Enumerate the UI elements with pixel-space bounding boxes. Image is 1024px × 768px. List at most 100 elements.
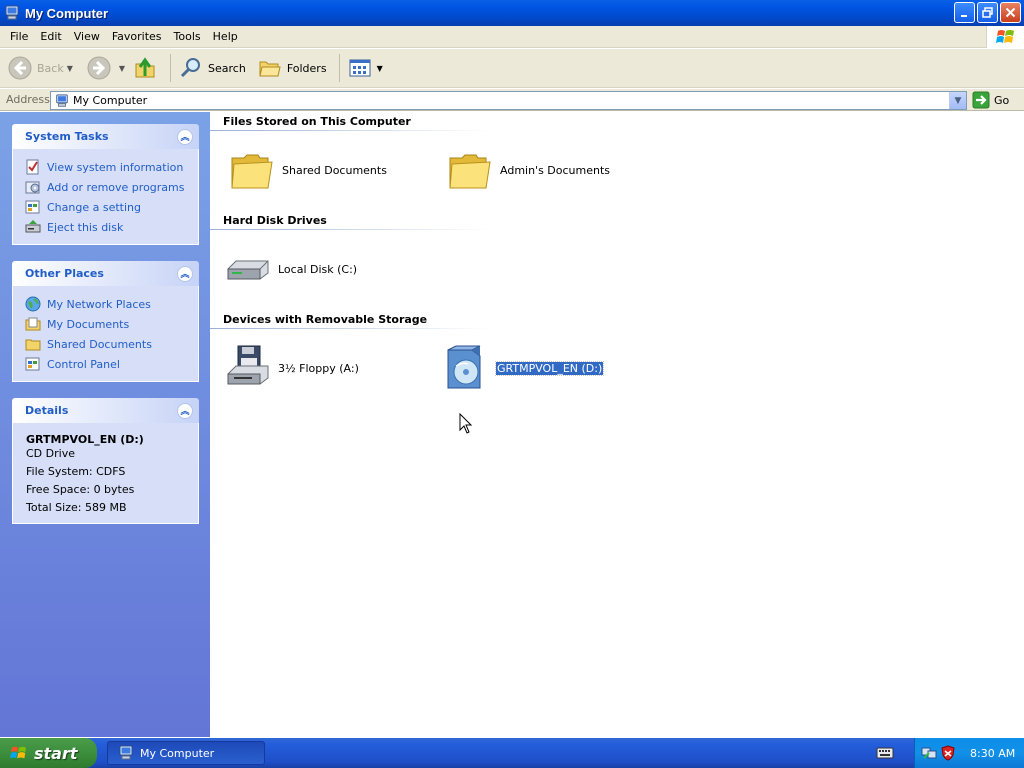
details-free-space: Free Space: 0 bytes [26,483,135,496]
system-tray: 8:30 AM [914,738,1024,768]
restore-button[interactable] [977,2,998,23]
item-label: Shared Documents [282,163,387,177]
search-button[interactable]: Search [175,52,250,84]
minimize-button[interactable] [954,2,975,23]
collapse-icon[interactable]: ︽ [177,265,193,282]
toolbar-separator [338,54,340,82]
details-panel: Details ︽ GRTMPVOL_EN (D:) CD Drive File… [12,398,199,524]
menu-help[interactable]: Help [209,30,244,43]
go-button[interactable]: Go [972,91,1009,109]
place-my-documents[interactable]: My Documents [25,314,198,334]
system-tasks-panel: System Tasks ︽ View system information A… [12,124,199,245]
other-places-panel: Other Places ︽ My Network Places My Docu… [12,261,199,382]
item-floppy-a[interactable]: 3½ Floppy (A:) [224,344,359,392]
up-button[interactable] [129,52,166,84]
item-label: GRTMPVOL_EN (D:) [494,360,605,376]
system-info-icon [26,159,39,175]
title-bar[interactable]: My Computer [0,0,1024,26]
system-tasks-header[interactable]: System Tasks ︽ [12,124,199,149]
menu-favorites[interactable]: Favorites [108,30,168,43]
item-shared-documents[interactable]: Shared Documents [228,146,387,194]
windows-logo-icon [986,26,1024,48]
item-cd-drive-d[interactable]: GRTMPVOL_EN (D:) [442,344,605,392]
back-label: Back [37,61,64,75]
address-field[interactable]: My Computer ▼ [50,91,967,110]
close-button[interactable] [1000,2,1021,23]
details-file-system: File System: CDFS [26,465,126,478]
security-shield-icon[interactable] [940,745,956,761]
views-icon [349,59,371,77]
item-label: 3½ Floppy (A:) [278,361,359,375]
add-remove-programs-icon [25,181,40,194]
menu-tools[interactable]: Tools [170,30,207,43]
control-panel-icon [25,200,40,214]
forward-button[interactable]: ▼ [83,52,129,84]
hard-disk-icon [227,260,269,280]
close-icon [1005,7,1016,18]
floppy-drive-icon [227,345,269,385]
folders-button[interactable]: Folders [254,52,331,84]
task-label: Change a setting [47,200,141,214]
place-label: Shared Documents [47,337,152,351]
place-my-network-places[interactable]: My Network Places [25,294,198,314]
network-places-icon [25,296,41,312]
collapse-icon[interactable]: ︽ [177,402,193,419]
group-divider [210,229,490,230]
toolbar: Back ▼ ▼ Search Folders ▼ [0,49,1024,88]
address-dropdown-button[interactable]: ▼ [949,92,966,109]
taskbar-button-label: My Computer [140,746,215,760]
go-arrow-icon [972,91,990,109]
menu-edit[interactable]: Edit [36,30,67,43]
task-view-system-information[interactable]: View system information [25,157,198,177]
menu-file[interactable]: File [6,30,34,43]
window-title: My Computer [25,5,109,21]
views-dropdown-icon[interactable]: ▼ [377,64,383,73]
taskbar-button-my-computer[interactable]: My Computer [107,741,265,765]
details-item-name: GRTMPVOL_EN (D:) [26,433,144,446]
menu-bar: File Edit View Favorites Tools Help [0,26,1024,48]
task-change-a-setting[interactable]: Change a setting [25,197,198,217]
go-label: Go [994,93,1010,107]
folder-icon [25,339,41,351]
clock[interactable]: 8:30 AM [970,747,1015,760]
task-add-remove-programs[interactable]: Add or remove programs [25,177,198,197]
task-eject-this-disk[interactable]: Eject this disk [25,217,198,237]
item-local-disk-c[interactable]: Local Disk (C:) [224,245,357,293]
group-header-files-stored: Files Stored on This Computer [223,115,411,128]
address-bar: Address My Computer ▼ Go [0,89,1024,111]
my-computer-icon [119,745,133,760]
item-label: Local Disk (C:) [278,262,358,276]
address-value: My Computer [73,94,148,107]
item-admins-documents[interactable]: Admin's Documents [446,146,610,194]
my-computer-icon [5,5,19,20]
collapse-icon[interactable]: ︽ [177,128,193,145]
up-folder-icon [135,57,155,78]
taskbar: start My Computer 8:30 AM [0,738,1024,768]
back-arrow-icon [8,56,32,80]
back-dropdown-icon[interactable]: ▼ [67,64,73,73]
chevron-down-icon: ▼ [954,95,962,106]
network-connection-icon[interactable] [921,745,937,761]
place-label: My Documents [47,317,130,331]
place-control-panel[interactable]: Control Panel [25,354,198,374]
back-button[interactable]: Back ▼ [4,52,77,84]
folder-icon [449,154,491,189]
details-item-type: CD Drive [26,447,75,460]
start-button[interactable]: start [0,738,97,768]
folders-label: Folders [286,61,327,75]
task-label: View system information [47,160,184,174]
forward-dropdown-icon[interactable]: ▼ [119,64,125,73]
views-button[interactable]: ▼ [344,52,387,84]
place-shared-documents[interactable]: Shared Documents [25,334,198,354]
other-places-title: Other Places [25,267,104,280]
control-panel-icon [25,357,40,371]
details-header[interactable]: Details ︽ [12,398,199,423]
folders-icon [259,61,281,77]
menu-view[interactable]: View [70,30,106,43]
group-header-removable: Devices with Removable Storage [223,313,428,326]
group-divider [210,130,490,131]
content-area[interactable]: Files Stored on This Computer Shared Doc… [210,112,1024,737]
place-label: My Network Places [47,297,151,311]
other-places-header[interactable]: Other Places ︽ [12,261,199,286]
keyboard-icon[interactable] [876,746,894,760]
